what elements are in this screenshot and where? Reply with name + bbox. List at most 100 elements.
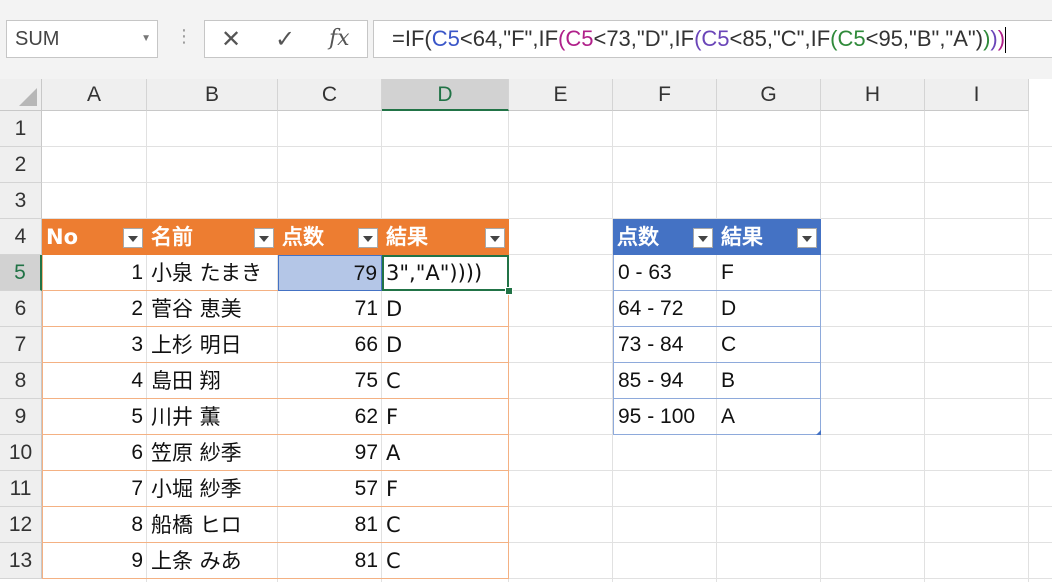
table1-cell-score[interactable]: 66 (278, 327, 382, 363)
table1-cell-score[interactable]: 81 (278, 507, 382, 543)
table2-cell-range[interactable]: 85 - 94 (613, 363, 717, 399)
table1-cell-result[interactable]: 3","A")))) (382, 255, 509, 291)
row-header-4[interactable]: 4 (0, 219, 42, 255)
table1-cell-name[interactable]: 川井 薫 (147, 399, 278, 435)
column-header-i[interactable]: I (925, 79, 1029, 111)
table2-cell-range[interactable]: 95 - 100 (613, 399, 717, 435)
row-header-6[interactable]: 6 (0, 291, 42, 327)
name-box-dropdown-icon[interactable]: ▼ (141, 21, 151, 57)
row-header-11[interactable]: 11 (0, 471, 42, 507)
table1-cell-no[interactable]: 9 (42, 543, 147, 579)
table1-cell-result[interactable]: C (382, 363, 509, 399)
table1-header[interactable]: 点数 (278, 219, 382, 255)
table2-cell-range[interactable]: 73 - 84 (613, 327, 717, 363)
row-header-1[interactable]: 1 (0, 111, 42, 147)
formula-token: C5 (431, 26, 460, 51)
insert-function-icon[interactable]: fx (329, 26, 350, 51)
table1-cell-score[interactable]: 75 (278, 363, 382, 399)
table1-cell-result[interactable]: C (382, 507, 509, 543)
filter-dropdown-icon[interactable] (485, 228, 505, 248)
column-header-f[interactable]: F (613, 79, 717, 111)
table1-cell-score[interactable]: 71 (278, 291, 382, 327)
row-header-2[interactable]: 2 (0, 147, 42, 183)
table1-cell-score[interactable]: 62 (278, 399, 382, 435)
cancel-icon[interactable]: ✕ (221, 25, 241, 53)
table1-cell-no-text: 4 (131, 369, 143, 392)
table1-cell-name-text: 笠原 紗季 (151, 441, 242, 465)
table1-cell-result[interactable]: A (382, 435, 509, 471)
table1-cell-no[interactable]: 4 (42, 363, 147, 399)
column-header-d[interactable]: D (382, 79, 509, 111)
table1-cell-result[interactable]: F (382, 471, 509, 507)
table1-cell-result[interactable]: D (382, 291, 509, 327)
table1-cell-name[interactable]: 船橋 ヒロ (147, 507, 278, 543)
column-header-e[interactable]: E (509, 79, 613, 111)
table1-cell-name[interactable]: 上杉 明日 (147, 327, 278, 363)
table1-cell-no[interactable]: 2 (42, 291, 147, 327)
table1-cell-result-text: D (386, 297, 403, 321)
table1-cell-name[interactable]: 小泉 たまき (147, 255, 278, 291)
column-header-c[interactable]: C (278, 79, 382, 111)
table1-cell-score[interactable]: 79 (278, 255, 382, 291)
table1-cell-score[interactable]: 57 (278, 471, 382, 507)
table1-cell-result[interactable]: C (382, 543, 509, 579)
name-box[interactable]: SUM ▼ (6, 20, 158, 58)
column-header-a[interactable]: A (42, 79, 147, 111)
row-header-7[interactable]: 7 (0, 327, 42, 363)
table1-cell-name[interactable]: 小堀 紗季 (147, 471, 278, 507)
worksheet-grid[interactable]: No 名前 点数 結果 1 小泉 たまき 79 3","A")))) 2 菅谷 恵美 71 D 3 上杉 … (42, 111, 1052, 582)
row-header-12[interactable]: 12 (0, 507, 42, 543)
table1-cell-no[interactable]: 6 (42, 435, 147, 471)
row-header-9[interactable]: 9 (0, 399, 42, 435)
table1-header[interactable]: 名前 (147, 219, 278, 255)
filter-dropdown-icon[interactable] (254, 228, 274, 248)
table1-cell-no[interactable]: 8 (42, 507, 147, 543)
row-header-10[interactable]: 10 (0, 435, 42, 471)
filter-dropdown-icon[interactable] (693, 228, 713, 248)
select-all-button[interactable] (0, 79, 42, 111)
column-header-g[interactable]: G (717, 79, 821, 111)
row-header-3[interactable]: 3 (0, 183, 42, 219)
table2-cell-range[interactable]: 0 - 63 (613, 255, 717, 291)
filter-dropdown-icon[interactable] (358, 228, 378, 248)
table2-cell-grade[interactable]: F (717, 255, 821, 291)
filter-dropdown-icon[interactable] (797, 228, 817, 248)
table1-cell-name[interactable]: 笠原 紗季 (147, 435, 278, 471)
table1-cell-no[interactable]: 5 (42, 399, 147, 435)
table1-cell-score[interactable]: 81 (278, 543, 382, 579)
table1-header-text: 名前 (151, 225, 193, 249)
table2-header[interactable]: 点数 (613, 219, 717, 255)
formula-input[interactable]: =IF(C5<64,"F",IF(C5<73,"D",IF(C5<85,"C",… (373, 20, 1052, 58)
table1-cell-no[interactable]: 1 (42, 255, 147, 291)
table-resize-handle[interactable] (816, 430, 821, 435)
table2-cell-grade[interactable]: B (717, 363, 821, 399)
table1-header-text: 結果 (386, 225, 428, 249)
table1-header[interactable]: No (42, 219, 147, 255)
table2-cell-grade-text: D (721, 297, 737, 320)
table1-cell-name[interactable]: 上条 みあ (147, 543, 278, 579)
table1-cell-result[interactable]: F (382, 399, 509, 435)
table2-cell-grade[interactable]: C (717, 327, 821, 363)
table1-cell-result[interactable]: D (382, 327, 509, 363)
row-header-8[interactable]: 8 (0, 363, 42, 399)
table2-cell-range[interactable]: 64 - 72 (613, 291, 717, 327)
table1-cell-no[interactable]: 7 (42, 471, 147, 507)
table1-cell-score[interactable]: 97 (278, 435, 382, 471)
column-header-b[interactable]: B (147, 79, 278, 111)
table2-cell-grade[interactable]: D (717, 291, 821, 327)
table1-cell-result-text: C (386, 513, 401, 537)
table1-cell-no[interactable]: 3 (42, 327, 147, 363)
table2-cell-grade[interactable]: A (717, 399, 821, 435)
table2-header[interactable]: 結果 (717, 219, 821, 255)
table1-header[interactable]: 結果 (382, 219, 509, 255)
enter-icon[interactable]: ✓ (275, 25, 295, 53)
table1-cell-name[interactable]: 島田 翔 (147, 363, 278, 399)
row-header-5[interactable]: 5 (0, 255, 42, 291)
drag-handle-icon[interactable]: ⋮ (175, 26, 193, 47)
table1-cell-name[interactable]: 菅谷 恵美 (147, 291, 278, 327)
filter-dropdown-icon[interactable] (123, 228, 143, 248)
table1-cell-no-text: 8 (131, 513, 143, 536)
fill-handle[interactable] (505, 287, 513, 295)
column-header-h[interactable]: H (821, 79, 925, 111)
row-header-13[interactable]: 13 (0, 543, 42, 579)
